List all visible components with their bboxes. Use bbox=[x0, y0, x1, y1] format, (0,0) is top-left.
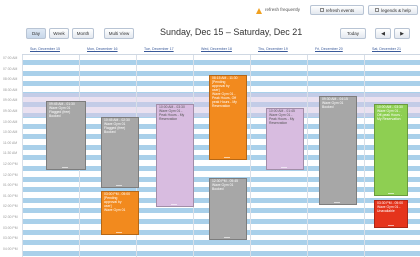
event-text: 08:15 AM - 11:30 [Pending approval by us… bbox=[212, 76, 238, 108]
refresh-frequency-label: refresh frequently bbox=[265, 7, 301, 12]
refresh-events-button[interactable]: refresh events bbox=[310, 5, 364, 15]
help-icon bbox=[375, 8, 380, 12]
grid-stripe bbox=[22, 250, 420, 256]
day-header[interactable]: Tue, December 17 bbox=[144, 47, 174, 51]
event-text: 10:00 AM - 03:30 Wave Gym 01 - Peak Hour… bbox=[159, 105, 185, 121]
resize-handle[interactable] bbox=[387, 193, 394, 194]
day-header[interactable]: Sat, December 21 bbox=[372, 47, 401, 51]
calendar-event[interactable]: 10:00 AM - 01:45 Wave Gym 01 - Peak Hour… bbox=[266, 108, 304, 170]
calendar-event[interactable]: 09:45 AM - 01:30 Wave Gym 01 Flagged (fr… bbox=[46, 101, 86, 170]
event-text: 10:00 AM - 03:30 Wave Gym 01 - Off-peak … bbox=[377, 105, 403, 121]
calendar-event[interactable]: 10:00 AM - 03:30 Wave Gym 01 - Peak Hour… bbox=[156, 104, 194, 207]
view-week-button[interactable]: Week bbox=[49, 28, 69, 39]
time-label: 03:30 PM bbox=[3, 236, 18, 241]
resize-handle[interactable] bbox=[387, 225, 394, 226]
time-label: 02:30 PM bbox=[3, 215, 18, 219]
time-label: 11:30 AM bbox=[3, 151, 18, 156]
view-day-button[interactable]: Day bbox=[26, 28, 46, 39]
day-header[interactable]: Thu, December 19 bbox=[258, 47, 288, 51]
resize-handle[interactable] bbox=[171, 204, 178, 205]
time-label: 09:30 AM bbox=[3, 109, 18, 113]
resize-handle[interactable] bbox=[281, 167, 288, 168]
view-multi-button[interactable]: Multi View bbox=[104, 28, 134, 39]
page-title: Sunday, Dec 15 – Saturday, Dec 21 bbox=[160, 27, 303, 37]
resize-handle[interactable] bbox=[116, 185, 123, 186]
time-label: 10:30 AM bbox=[3, 130, 18, 135]
time-label: 08:00 AM bbox=[3, 77, 18, 82]
legends-help-button[interactable]: legends & help bbox=[368, 5, 418, 15]
view-month-button[interactable]: Month bbox=[72, 28, 94, 39]
day-header[interactable]: Sun, December 15 bbox=[30, 47, 60, 51]
day-header[interactable]: Fri, December 20 bbox=[315, 47, 343, 51]
day-header[interactable]: Mon, December 16 bbox=[87, 47, 118, 51]
calendar-event[interactable]: 10:00 AM - 03:30 Wave Gym 01 - Off-peak … bbox=[374, 104, 408, 196]
time-label: 10:00 AM bbox=[3, 119, 18, 124]
resize-handle[interactable] bbox=[116, 232, 123, 233]
time-label: 03:00 PM bbox=[3, 225, 18, 230]
day-divider bbox=[364, 54, 365, 257]
event-text: 10:45 AM - 02:30 Wave Gym 01 Flagged (fr… bbox=[104, 118, 130, 134]
event-text: 12:30 PM - 05:45 Wave Gym 01 Booked bbox=[212, 179, 239, 191]
calendar-event[interactable]: 03:30 PM - 05:00 Wave Gym 01 - Unavailab… bbox=[374, 200, 408, 228]
time-label: 12:00 PM bbox=[3, 162, 18, 166]
time-label: 12:30 PM bbox=[3, 172, 18, 177]
day-divider bbox=[22, 54, 23, 257]
time-label: 09:00 AM bbox=[3, 98, 18, 103]
event-text: 10:00 AM - 01:45 Wave Gym 01 - Peak Hour… bbox=[269, 109, 295, 125]
day-header-row: Sun, December 15 Mon, December 16 Tue, Dec… bbox=[22, 45, 420, 55]
time-label: 01:30 PM bbox=[3, 193, 18, 198]
refresh-icon bbox=[319, 8, 324, 12]
calendar-event[interactable]: 03:00 PM - 05:00 [Pending approval by us… bbox=[101, 191, 139, 235]
prev-week-button[interactable]: ◀ bbox=[375, 28, 391, 39]
event-text: 09:45 AM - 01:30 Wave Gym 01 Flagged (fr… bbox=[49, 102, 75, 118]
calendar-event[interactable]: 10:45 AM - 02:30 Wave Gym 01 Flagged (fr… bbox=[101, 117, 139, 188]
calendar-event[interactable]: 08:15 AM - 11:30 [Pending approval by us… bbox=[209, 75, 247, 160]
event-text: 03:00 PM - 05:00 [Pending approval by us… bbox=[104, 192, 131, 212]
event-text: 09:30 AM - 04:15 Wave Gym 01 Booked bbox=[322, 97, 348, 109]
day-divider bbox=[250, 54, 251, 257]
time-label: 07:30 AM bbox=[3, 66, 18, 71]
time-label: 07:00 AM bbox=[3, 56, 18, 60]
time-label: 11:00 AM bbox=[3, 140, 18, 145]
next-week-button[interactable]: ▶ bbox=[394, 28, 410, 39]
resize-handle[interactable] bbox=[62, 167, 69, 168]
grid-stripe bbox=[22, 240, 420, 246]
resize-handle[interactable] bbox=[334, 202, 341, 203]
day-divider bbox=[307, 54, 308, 257]
event-text: 03:30 PM - 05:00 Wave Gym 01 - Unavailab… bbox=[377, 201, 404, 213]
time-label: 08:30 AM bbox=[3, 87, 18, 92]
time-label: 01:00 PM bbox=[3, 183, 18, 188]
day-header[interactable]: Wed, December 18 bbox=[201, 47, 232, 51]
warning-icon bbox=[256, 8, 262, 14]
calendar-event[interactable]: 09:30 AM - 04:15 Wave Gym 01 Booked bbox=[319, 96, 357, 205]
resize-handle[interactable] bbox=[224, 237, 231, 238]
grid-stripe bbox=[22, 60, 420, 65]
time-label: 02:00 PM bbox=[3, 204, 18, 209]
today-button[interactable]: Today bbox=[340, 28, 366, 39]
resize-handle[interactable] bbox=[224, 157, 231, 158]
calendar-event[interactable]: 12:30 PM - 05:45 Wave Gym 01 Booked bbox=[209, 178, 247, 240]
time-label: 04:00 PM bbox=[3, 246, 18, 251]
